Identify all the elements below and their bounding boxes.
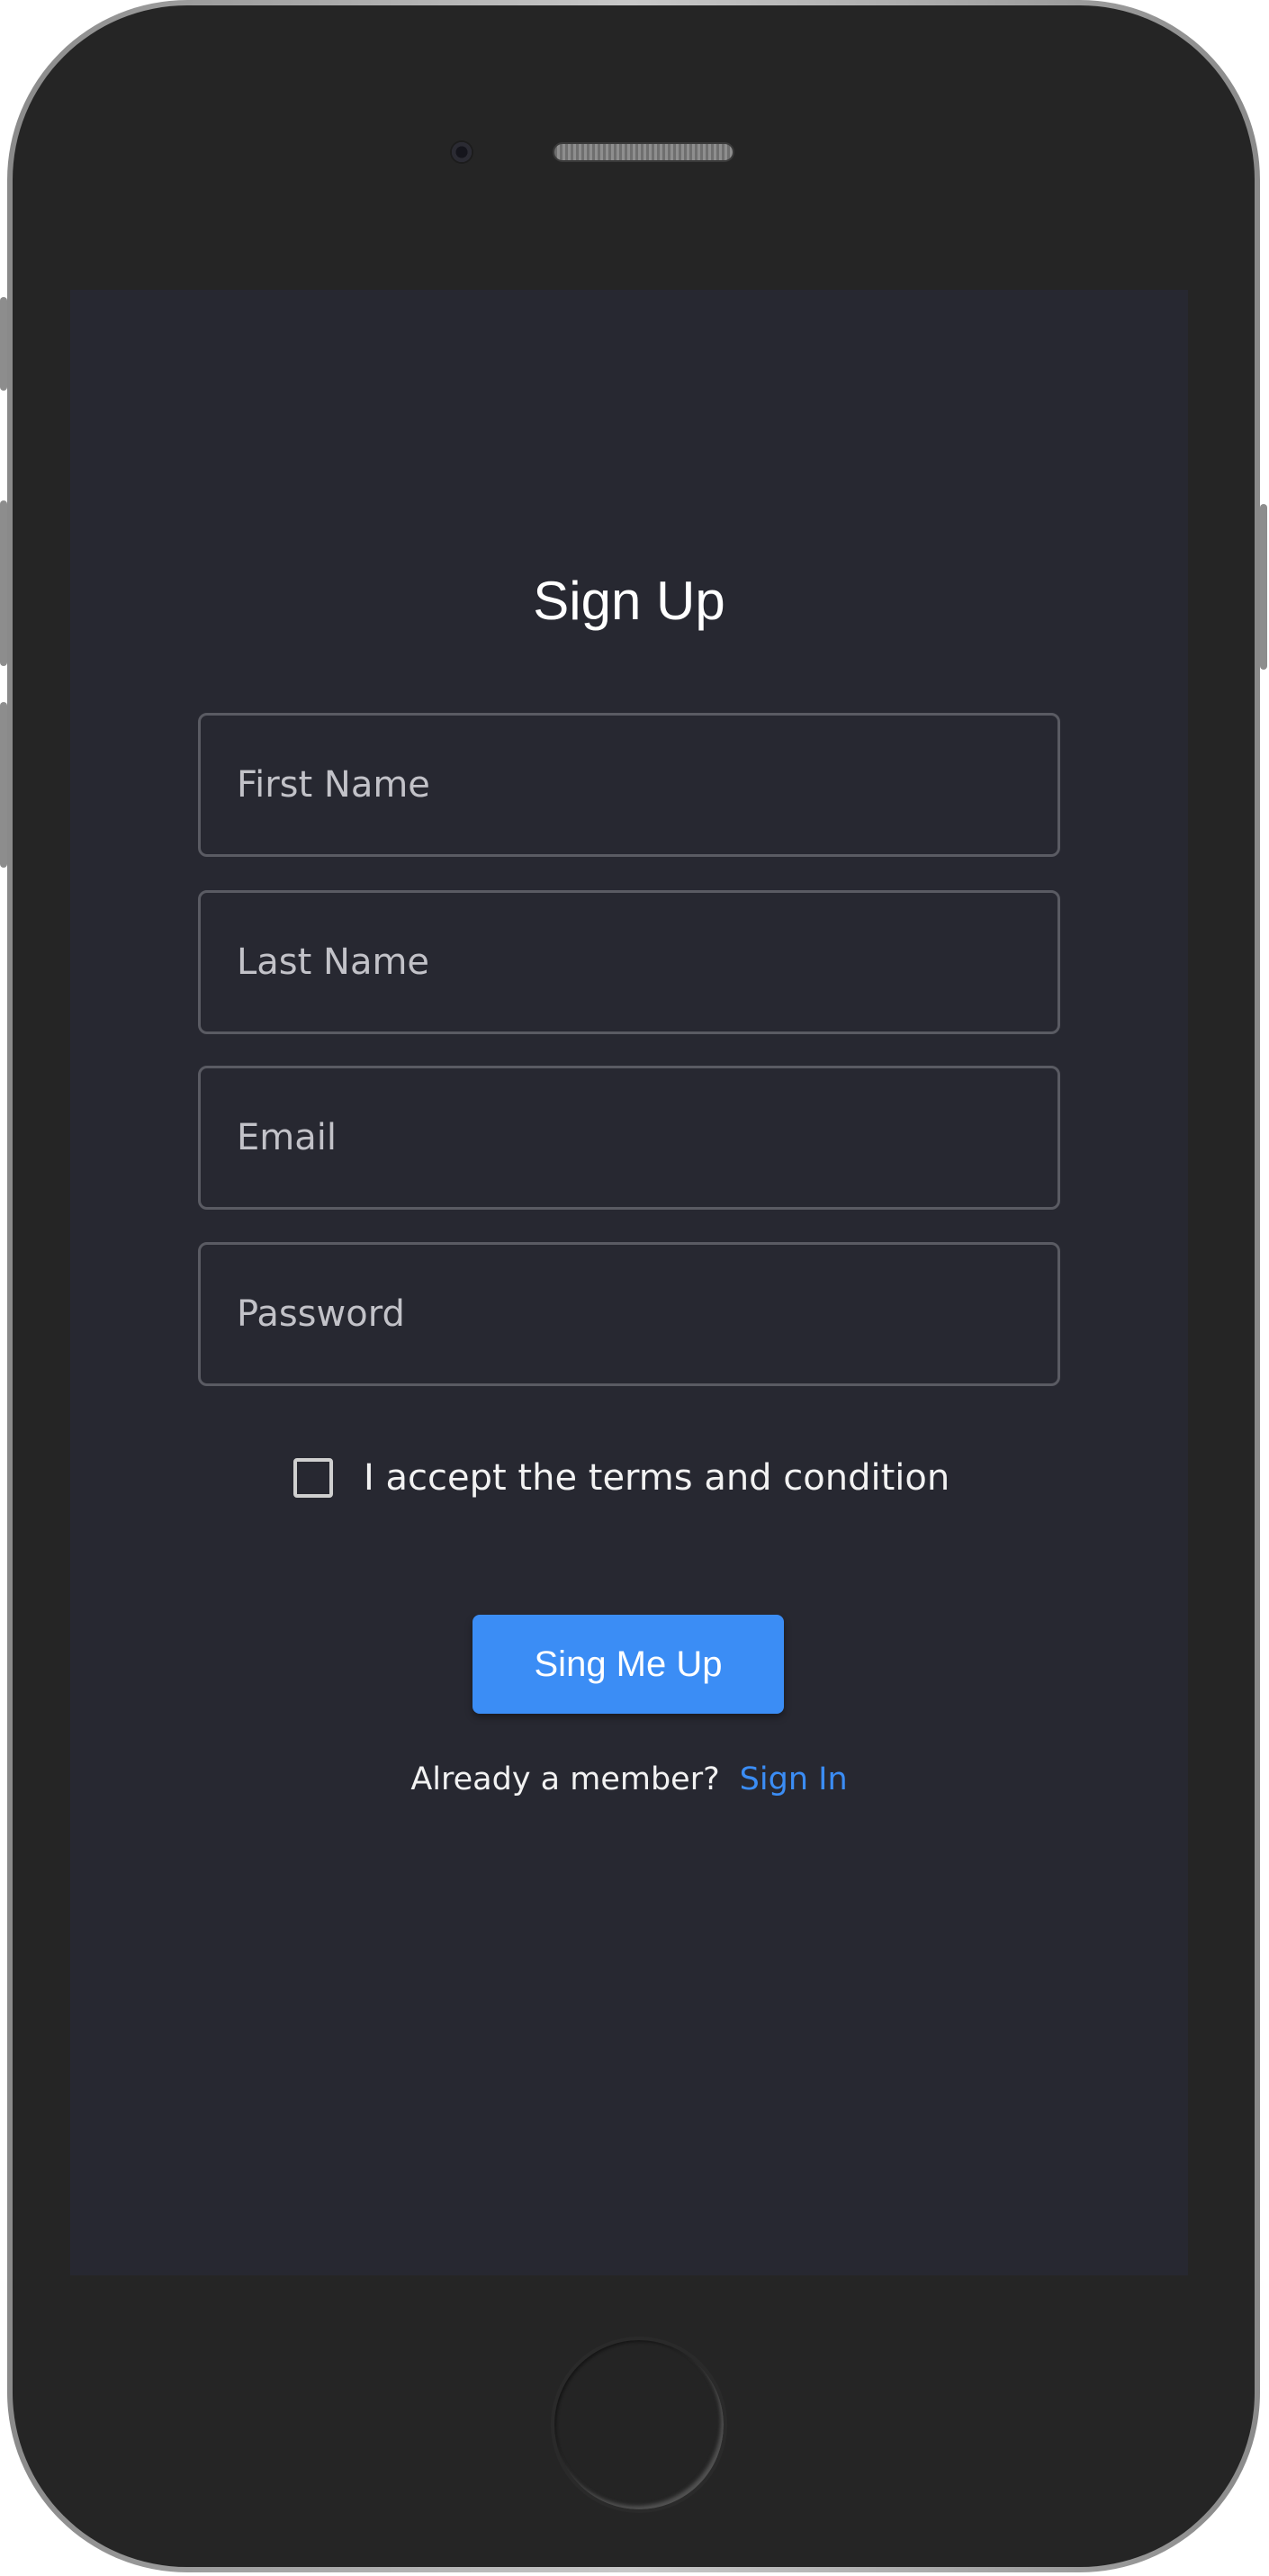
sign-in-link[interactable]: Sign In (740, 1761, 848, 1797)
email-input[interactable] (201, 1068, 1058, 1207)
last-name-input[interactable] (201, 893, 1058, 1031)
email-field (198, 1066, 1060, 1210)
password-field (198, 1242, 1060, 1386)
member-prompt: Already a member? (410, 1761, 720, 1797)
first-name-field (198, 713, 1060, 857)
sign-me-up-button[interactable]: Sing Me Up (472, 1615, 784, 1714)
power-button (1260, 504, 1267, 670)
last-name-field (198, 890, 1060, 1034)
terms-row[interactable]: I accept the terms and condition (293, 1451, 950, 1505)
volume-up-button (0, 500, 7, 666)
volume-down-button (0, 702, 7, 868)
app-screen: Sign Up I accept the terms and condition… (70, 290, 1188, 2275)
first-name-input[interactable] (201, 716, 1058, 854)
home-button[interactable] (551, 2337, 727, 2513)
terms-label: I accept the terms and condition (364, 1457, 950, 1499)
page-title: Sign Up (533, 571, 725, 631)
mute-switch (0, 297, 7, 391)
terms-checkbox[interactable] (293, 1458, 333, 1498)
already-member-line: Already a member? Sign In (70, 1757, 1188, 1802)
earpiece-speaker (553, 142, 734, 162)
password-input[interactable] (201, 1245, 1058, 1383)
front-camera-icon (450, 140, 473, 164)
